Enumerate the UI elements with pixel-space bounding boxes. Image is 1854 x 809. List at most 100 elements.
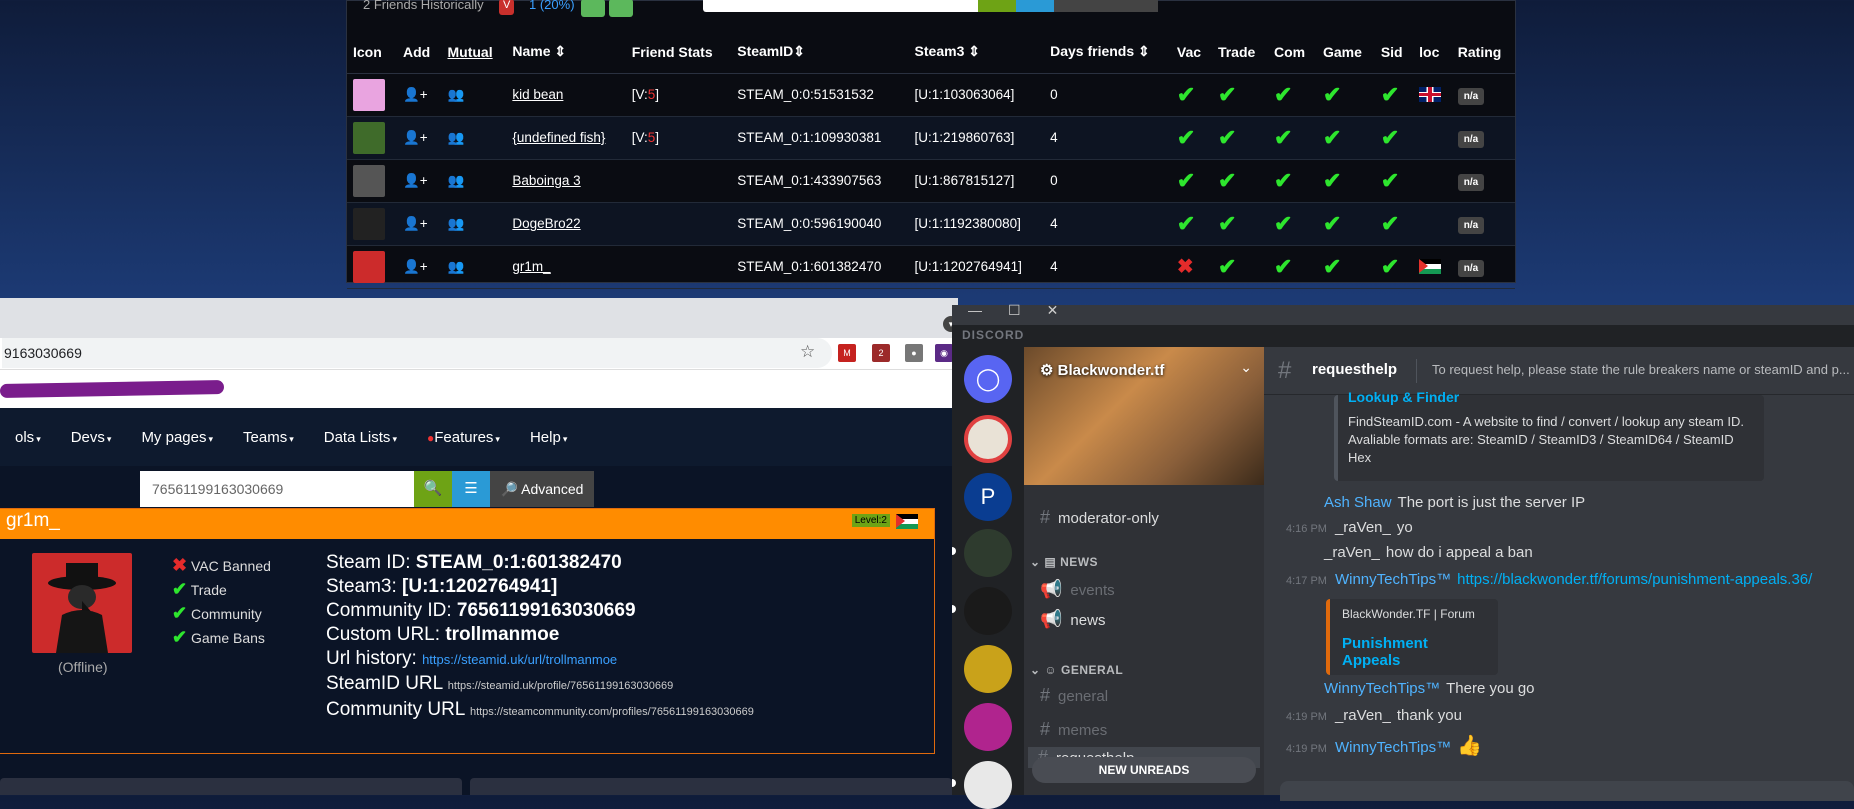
server-icon-7[interactable] — [964, 761, 1012, 809]
playstation-server-icon[interactable]: P — [964, 473, 1012, 521]
url-history-link[interactable]: https://steamid.uk/url/trollmanmoe — [422, 652, 617, 667]
add-friend-icon[interactable]: 👤+ — [403, 259, 428, 274]
top-search-button[interactable] — [978, 0, 1016, 12]
message-time: 4:19 PM — [1286, 711, 1327, 723]
column-header[interactable]: Icon — [347, 31, 397, 74]
steamid-url-link[interactable]: https://steamid.uk/profile/7656119916303… — [448, 680, 673, 692]
server-icon-5[interactable] — [964, 645, 1012, 693]
add-friend-icon[interactable]: 👤+ — [403, 216, 428, 231]
bottom-panel-1 — [0, 778, 462, 795]
minimize-icon[interactable]: — — [968, 302, 982, 319]
mutual-friends-icon[interactable]: 👥 — [448, 259, 465, 274]
add-friend-icon[interactable]: 👤+ — [403, 173, 428, 188]
nav-item[interactable]: Teams ▾ — [228, 429, 309, 446]
message-link[interactable]: https://blackwonder.tf/forums/punishment… — [1457, 571, 1812, 588]
mutual-friends-icon[interactable]: 👥 — [448, 173, 465, 188]
nav-item[interactable]: Help ▾ — [515, 429, 582, 446]
message-author[interactable]: _raVen_ — [1335, 707, 1391, 724]
column-header[interactable]: Vac — [1170, 31, 1212, 74]
top-search-bar[interactable] — [703, 0, 1158, 12]
channel-general[interactable]: # general — [1040, 685, 1108, 706]
nav-item[interactable]: ●Features ▾ — [412, 429, 515, 446]
nav-item[interactable]: Devs ▾ — [56, 429, 127, 446]
close-icon[interactable]: ✕ — [1047, 302, 1059, 319]
discord-home-icon[interactable]: ◯ — [964, 355, 1012, 403]
mutual-friends-icon[interactable]: 👥 — [448, 87, 465, 102]
friend-name-link[interactable]: DogeBro22 — [512, 216, 580, 231]
url-field[interactable]: 9163030669 — [2, 338, 832, 368]
friend-name-link[interactable]: gr1m_ — [512, 259, 550, 274]
message-input[interactable] — [1280, 781, 1854, 801]
friend-name-link[interactable]: kid bean — [512, 87, 563, 102]
search-icon[interactable]: 🔍 — [414, 471, 452, 507]
community-url-link[interactable]: https://steamcommunity.com/profiles/7656… — [470, 706, 754, 718]
bookmark-star-icon[interactable]: ☆ — [800, 342, 815, 362]
extension-icon-3[interactable]: ◉ — [935, 344, 953, 362]
chevron-down-icon[interactable]: ⌄ — [1240, 359, 1252, 376]
top-advanced-button[interactable] — [1054, 0, 1158, 12]
column-header[interactable]: Steam3 ⇕ — [908, 31, 1045, 74]
extension-icon-2[interactable]: ● — [905, 344, 923, 362]
server-icon-4[interactable] — [964, 587, 1012, 635]
channel-events[interactable]: 📢 events — [1040, 579, 1115, 600]
list-icon[interactable]: ☰ — [452, 471, 490, 507]
column-header[interactable]: Name ⇕ — [506, 31, 626, 74]
url-history-label: Url history: — [326, 648, 417, 669]
server-icon-1[interactable] — [964, 415, 1012, 463]
channel-news[interactable]: 📢 news — [1040, 609, 1105, 630]
message-author[interactable]: WinnyTechTips™ — [1324, 680, 1440, 697]
friend-avatar[interactable] — [353, 250, 385, 283]
embed-title[interactable]: Punishment Appeals — [1342, 635, 1486, 669]
chat-header: # requesthelp To request help, please st… — [1264, 347, 1854, 395]
top-list-button[interactable] — [1016, 0, 1054, 12]
column-header[interactable]: Com — [1268, 31, 1317, 74]
column-header[interactable]: Trade — [1211, 31, 1269, 74]
column-header[interactable]: Rating — [1451, 31, 1515, 74]
category-news[interactable]: ⌄ ▤ NEWS — [1030, 555, 1098, 569]
mutual-friends-icon[interactable]: 👥 — [448, 130, 465, 145]
check-icon: ✔ — [1217, 124, 1237, 150]
friend-name-link[interactable]: {undefined fish} — [512, 130, 605, 145]
column-header[interactable]: Game — [1316, 31, 1375, 74]
add-friend-icon[interactable]: 👤+ — [403, 87, 428, 102]
embed-title[interactable]: Lookup & Finder — [1348, 389, 1754, 405]
check-icon: ✔ — [1217, 81, 1237, 107]
nav-item[interactable]: Data Lists ▾ — [309, 429, 412, 446]
extension-icon[interactable]: 2 — [872, 344, 890, 362]
category-general[interactable]: ⌄ ☺ GENERAL — [1030, 663, 1123, 677]
friend-name-link[interactable]: Baboinga 3 — [512, 173, 580, 188]
friend-avatar[interactable] — [353, 164, 385, 197]
column-header[interactable]: Add — [396, 31, 442, 74]
message-author[interactable]: _raVen_ — [1324, 544, 1380, 561]
column-header[interactable]: Days friends ⇕ — [1044, 31, 1171, 74]
nav-item[interactable]: ols ▾ — [0, 429, 56, 446]
channel-memes[interactable]: # memes — [1040, 719, 1107, 740]
column-header[interactable]: loc — [1413, 31, 1452, 74]
server-icon-3[interactable] — [964, 529, 1012, 577]
message-author[interactable]: WinnyTechTips™ — [1335, 739, 1451, 756]
gmail-extension-icon[interactable]: M — [838, 344, 856, 362]
column-header[interactable]: Friend Stats — [625, 31, 732, 74]
friend-avatar[interactable] — [353, 78, 385, 111]
message-text: The port is just the server IP — [1397, 494, 1586, 511]
advanced-search-button[interactable]: 🔎 Advanced — [490, 471, 594, 507]
column-header[interactable]: Mutual — [441, 31, 507, 74]
column-header[interactable]: Sid — [1374, 31, 1414, 74]
column-header[interactable]: SteamID⇕ — [731, 31, 909, 74]
maximize-icon[interactable]: ☐ — [1008, 302, 1021, 319]
friend-avatar[interactable] — [353, 121, 385, 154]
message-author[interactable]: Ash Shaw — [1324, 494, 1392, 511]
friend-avatar[interactable] — [353, 207, 385, 240]
channel-moderator-only[interactable]: # moderator-only — [1040, 507, 1159, 528]
server-icon-6[interactable] — [964, 703, 1012, 751]
message-author[interactable]: WinnyTechTips™ — [1335, 571, 1451, 588]
mutual-friends-icon[interactable]: 👥 — [448, 216, 465, 231]
add-friend-icon[interactable]: 👤+ — [403, 130, 428, 145]
steamid-search-input[interactable] — [140, 471, 414, 507]
steamid-label: Steam ID: — [326, 552, 411, 573]
message-author[interactable]: _raVen_ — [1335, 519, 1391, 536]
nav-item[interactable]: My pages ▾ — [126, 429, 228, 446]
top-search-input[interactable] — [703, 0, 978, 12]
new-unreads-button[interactable]: NEW UNREADS — [1032, 757, 1256, 783]
server-banner[interactable]: ⚙ Blackwonder.tf ⌄ — [1024, 347, 1264, 485]
